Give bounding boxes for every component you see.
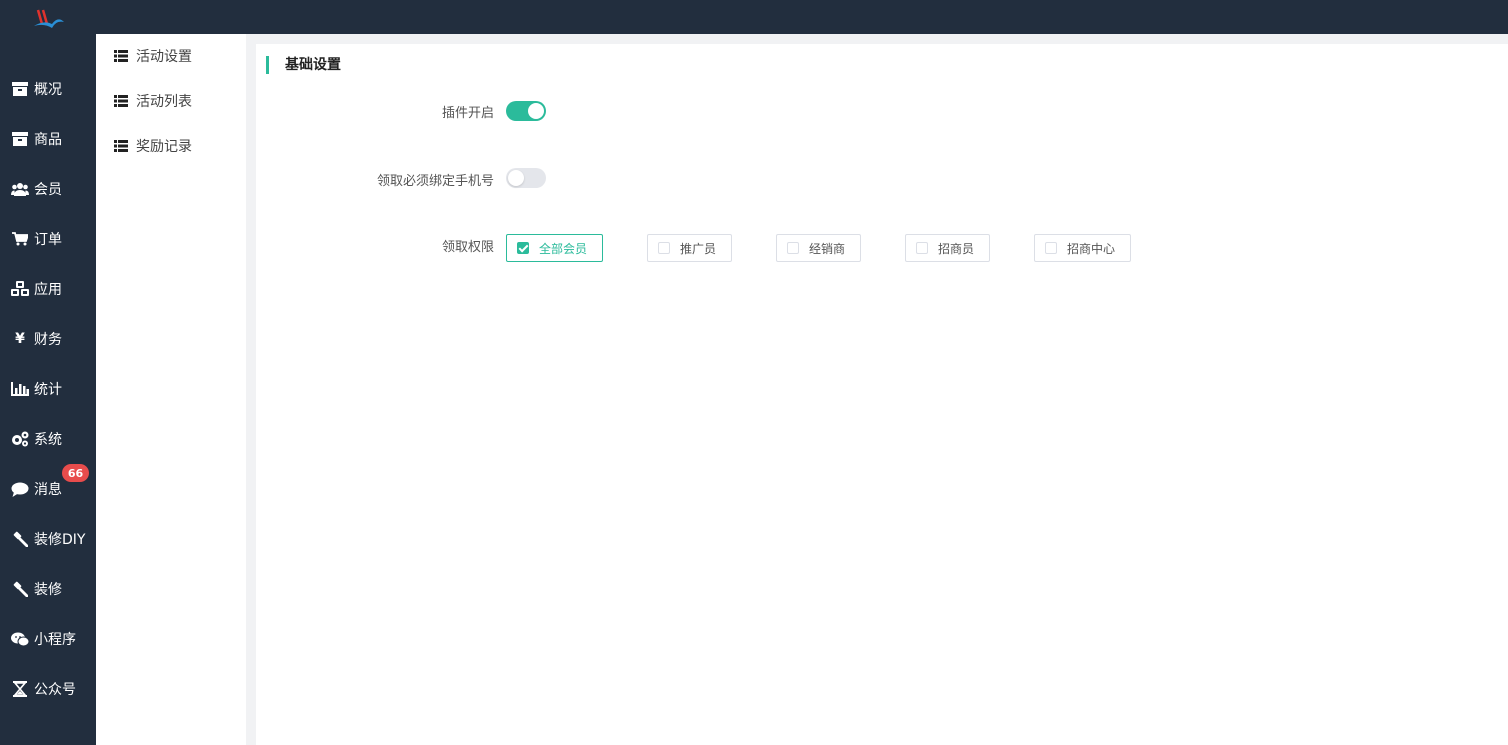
users-icon	[11, 180, 29, 198]
sidebar-item-label: 商品	[34, 132, 62, 148]
subnav-item-activity-settings[interactable]: 活动设置	[114, 45, 192, 67]
secondary-nav: 活动设置 活动列表 奖励记录	[96, 34, 246, 745]
option-label: 推广员	[680, 241, 717, 256]
sidebar-item-mini-program[interactable]: 小程序	[0, 619, 96, 659]
settings-panel: 基础设置 插件开启 领取必须绑定手机号 领取权限 全部会员 推广员 经销商 招商…	[256, 44, 1508, 745]
permission-label: 领取权限	[441, 240, 494, 255]
sidebar-item-label: 会员	[34, 182, 62, 198]
top-bar	[0, 0, 1508, 34]
gavel-icon	[11, 580, 29, 598]
yen-icon: ¥	[15, 331, 25, 347]
sidebar-item-finance[interactable]: ¥ 财务	[0, 319, 96, 359]
checkbox-icon	[1045, 242, 1057, 254]
option-label: 全部会员	[539, 241, 588, 256]
permission-option-recruit-center[interactable]: 招商中心	[1034, 234, 1131, 262]
subnav-item-label: 活动设置	[136, 49, 192, 65]
sidebar-item-apps[interactable]: 应用	[0, 269, 96, 309]
checkbox-icon	[658, 242, 670, 254]
section-title: 基础设置	[266, 56, 341, 74]
sidebar-item-label: 财务	[34, 332, 62, 348]
archive-icon	[11, 130, 29, 148]
sidebar-item-label: 系统	[34, 432, 62, 448]
subnav-item-label: 奖励记录	[136, 139, 192, 155]
sidebar-item-statistics[interactable]: 统计	[0, 369, 96, 409]
gavel-icon	[11, 530, 29, 548]
message-count-badge: 66	[62, 464, 89, 482]
subnav-item-reward-records[interactable]: 奖励记录	[114, 135, 192, 157]
option-label: 经销商	[809, 241, 846, 256]
option-label: 招商员	[938, 241, 975, 256]
toggle-knob	[508, 170, 524, 186]
permission-option-promoter[interactable]: 推广员	[647, 234, 732, 262]
sidebar-item-members[interactable]: 会员	[0, 169, 96, 209]
gears-icon	[11, 430, 29, 448]
sidebar-item-decoration-diy[interactable]: 装修DIY	[0, 519, 96, 559]
sidebar-item-label: 装修DIY	[34, 532, 86, 548]
sidebar-item-label: 小程序	[34, 632, 76, 648]
sidebar-item-label: 装修	[34, 582, 62, 598]
permission-option-distributor[interactable]: 经销商	[776, 234, 861, 262]
sidebar-item-goods[interactable]: 商品	[0, 119, 96, 159]
list-icon	[114, 95, 128, 107]
cart-icon	[11, 230, 29, 248]
subnav-item-label: 活动列表	[136, 94, 192, 110]
cubes-icon	[11, 280, 29, 298]
checkbox-icon	[916, 242, 928, 254]
sidebar-item-label: 应用	[34, 282, 62, 298]
bind-phone-toggle[interactable]	[506, 168, 546, 188]
hourglass-icon	[11, 680, 29, 698]
plugin-enable-label: 插件开启	[441, 106, 494, 121]
list-icon	[114, 50, 128, 62]
sidebar-item-label: 统计	[34, 382, 62, 398]
main-sidebar: 概况 商品 会员 订单 应用 ¥ 财务 统计 系统 消息 66 装修DIY 装修…	[0, 34, 96, 745]
sidebar-item-system[interactable]: 系统	[0, 419, 96, 459]
plugin-enable-toggle[interactable]	[506, 101, 546, 121]
sidebar-item-official-account[interactable]: 公众号	[0, 669, 96, 709]
comment-icon	[11, 480, 29, 498]
logo-icon[interactable]	[30, 6, 66, 32]
wechat-icon	[11, 630, 29, 648]
archive-icon	[11, 80, 29, 98]
option-label: 招商中心	[1067, 241, 1116, 256]
permission-option-all-members[interactable]: 全部会员	[506, 234, 603, 262]
sidebar-item-label: 消息	[34, 482, 62, 498]
sidebar-item-overview[interactable]: 概况	[0, 69, 96, 109]
toggle-knob	[528, 103, 544, 119]
subnav-item-activity-list[interactable]: 活动列表	[114, 90, 192, 112]
checkbox-checked-icon	[517, 242, 529, 254]
sidebar-item-label: 公众号	[34, 682, 76, 698]
permission-option-recruiter[interactable]: 招商员	[905, 234, 990, 262]
sidebar-item-decoration[interactable]: 装修	[0, 569, 96, 609]
bind-phone-label: 领取必须绑定手机号	[376, 174, 494, 189]
sidebar-item-label: 订单	[34, 232, 62, 248]
checkbox-icon	[787, 242, 799, 254]
sidebar-item-orders[interactable]: 订单	[0, 219, 96, 259]
list-icon	[114, 140, 128, 152]
bar-chart-icon	[11, 380, 29, 398]
sidebar-item-label: 概况	[34, 82, 62, 98]
